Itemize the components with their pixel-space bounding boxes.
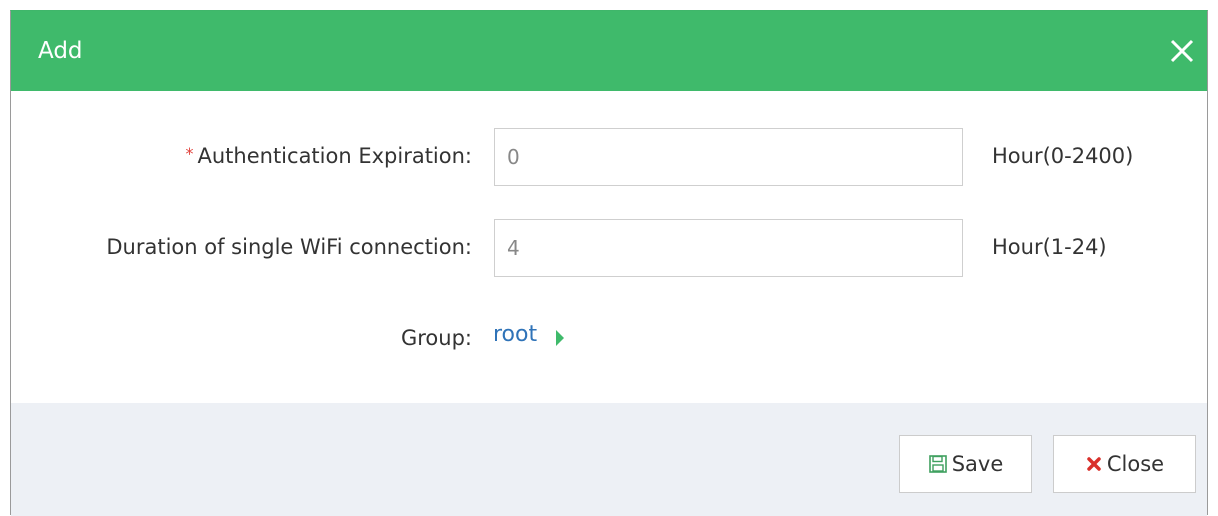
authentication-expiration-input[interactable] <box>494 128 963 186</box>
close-button-label: Close <box>1106 452 1165 476</box>
red-x-icon <box>1087 457 1101 471</box>
floppy-disk-icon <box>928 455 947 473</box>
wifi-duration-label: Duration of single WiFi connection: <box>106 235 472 259</box>
save-button[interactable]: Save <box>899 435 1032 493</box>
group-selector[interactable]: root <box>493 322 537 347</box>
close-button[interactable]: Close <box>1053 435 1196 493</box>
close-icon[interactable] <box>1163 32 1201 70</box>
authentication-expiration-label: * Authentication Expiration: <box>186 144 473 168</box>
dialog-header: Add <box>11 11 1207 91</box>
dialog-body: *Authentication Expiration: Hour(0-2400)… <box>11 91 1207 403</box>
required-mark: * <box>185 144 194 163</box>
dialog-footer: Save Close <box>11 403 1207 516</box>
wifi-duration-input[interactable] <box>494 219 963 277</box>
authentication-expiration-label-text: Authentication Expiration: <box>197 144 473 168</box>
save-button-label: Save <box>951 452 1004 476</box>
dialog-title: Add <box>38 38 83 64</box>
group-label: Group: <box>400 326 472 350</box>
authentication-expiration-hint: Hour(0-2400) <box>992 144 1134 168</box>
add-dialog: Add *Authentication Expiration: Hour(0-2… <box>10 10 1208 516</box>
wifi-duration-hint: Hour(1-24) <box>992 235 1107 259</box>
caret-right-icon[interactable] <box>556 330 564 346</box>
